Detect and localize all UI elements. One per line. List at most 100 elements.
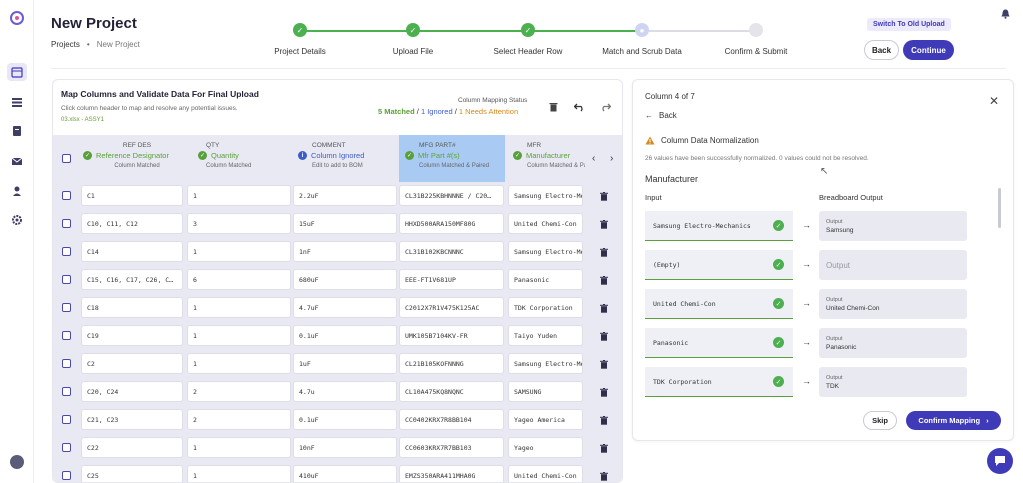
table-cell[interactable]: 10nF xyxy=(293,437,397,458)
table-cell[interactable]: 0.1uF xyxy=(293,409,397,430)
undo-icon[interactable] xyxy=(572,100,586,114)
table-cell[interactable]: 2.2uF xyxy=(293,185,397,206)
table-cell[interactable]: SAMSUNG xyxy=(508,381,583,402)
row-checkbox[interactable] xyxy=(62,247,71,256)
table-cell[interactable]: CL21B105KOFNNNG xyxy=(399,353,504,374)
output-field[interactable]: Output United Chemi-Con xyxy=(819,289,967,319)
row-checkbox[interactable] xyxy=(62,415,71,424)
nav-documents-icon[interactable] xyxy=(7,122,27,140)
delete-row-icon[interactable] xyxy=(586,381,622,403)
column-header-comment[interactable]: COMMENT i Column Ignored Edit to add to B… xyxy=(298,135,398,182)
table-cell[interactable]: United Chemi-Con xyxy=(508,213,583,234)
panel-scrollbar[interactable] xyxy=(998,188,1001,228)
table-cell[interactable]: C14 xyxy=(81,241,183,262)
table-cell[interactable]: Yageo America xyxy=(508,409,583,430)
row-checkbox[interactable] xyxy=(62,191,71,200)
column-header-mfg-part[interactable]: MFG PART# ✓ Mfr Part #(s) Column Matched … xyxy=(399,135,505,182)
table-cell[interactable]: 6 xyxy=(187,269,291,290)
output-field[interactable]: Output TDK xyxy=(819,367,967,397)
confirm-mapping-button[interactable]: Confirm Mapping › xyxy=(906,411,1001,430)
table-cell[interactable]: 0.1uF xyxy=(293,325,397,346)
nav-settings-icon[interactable] xyxy=(7,211,27,229)
nav-mail-icon[interactable] xyxy=(7,152,27,170)
breadcrumb-projects-link[interactable]: Projects xyxy=(51,40,80,49)
row-checkbox[interactable] xyxy=(62,275,71,284)
delete-row-icon[interactable] xyxy=(586,437,622,459)
table-cell[interactable]: 15uF xyxy=(293,213,397,234)
select-all-checkbox[interactable] xyxy=(62,154,71,163)
row-checkbox[interactable] xyxy=(62,443,71,452)
scroll-left-chevron-icon[interactable]: ‹ xyxy=(592,153,595,164)
row-checkbox[interactable] xyxy=(62,331,71,340)
table-cell[interactable]: Samsung Electro-Me xyxy=(508,353,583,374)
table-cell[interactable]: CL10A475KQ8NQNC xyxy=(399,381,504,402)
table-cell[interactable]: 410uF xyxy=(293,465,397,482)
table-cell[interactable]: 1 xyxy=(187,241,291,262)
table-cell[interactable]: C20, C24 xyxy=(81,381,183,402)
row-checkbox[interactable] xyxy=(62,471,71,480)
table-cell[interactable]: C19 xyxy=(81,325,183,346)
delete-row-icon[interactable] xyxy=(586,241,622,263)
delete-row-icon[interactable] xyxy=(586,465,622,482)
table-cell[interactable]: 1uF xyxy=(293,353,397,374)
switch-old-upload-button[interactable]: Switch To Old Upload xyxy=(867,18,951,31)
nav-projects-icon[interactable] xyxy=(7,63,27,81)
delete-row-icon[interactable] xyxy=(586,353,622,375)
table-cell[interactable]: United Chemi-Con xyxy=(508,465,583,482)
table-cell[interactable]: C1 xyxy=(81,185,183,206)
row-checkbox[interactable] xyxy=(62,359,71,368)
table-cell[interactable]: Taiyo Yuden xyxy=(508,325,583,346)
table-cell[interactable]: HHXD500ARA150MF80G xyxy=(399,213,504,234)
table-cell[interactable]: CC0402KRX7R8BB104 xyxy=(399,409,504,430)
delete-row-icon[interactable] xyxy=(586,297,622,319)
row-checkbox[interactable] xyxy=(62,387,71,396)
skip-button[interactable]: Skip xyxy=(863,411,897,430)
continue-button[interactable]: Continue xyxy=(903,40,954,60)
column-header-mfr[interactable]: MFR ✓ Manufacturer Column Matched & Paire… xyxy=(513,135,585,182)
table-cell[interactable]: Samsung Electro-Me xyxy=(508,241,583,262)
row-checkbox[interactable] xyxy=(62,219,71,228)
table-cell[interactable]: C15, C16, C17, C26, C… xyxy=(81,269,183,290)
table-cell[interactable]: UMK105B7104KV-FR xyxy=(399,325,504,346)
app-logo-icon[interactable] xyxy=(9,10,25,26)
table-cell[interactable]: C2012X7R1V475K125AC xyxy=(399,297,504,318)
delete-icon[interactable] xyxy=(546,100,560,114)
table-cell[interactable]: 680uF xyxy=(293,269,397,290)
table-cell[interactable]: 1 xyxy=(187,353,291,374)
output-field[interactable]: Output xyxy=(819,250,967,280)
table-cell[interactable]: Samsung Electro-Me xyxy=(508,185,583,206)
table-cell[interactable]: C25 xyxy=(81,465,183,482)
row-checkbox[interactable] xyxy=(62,303,71,312)
table-cell[interactable]: 4.7u xyxy=(293,381,397,402)
table-cell[interactable]: C18 xyxy=(81,297,183,318)
nav-user-icon[interactable] xyxy=(7,182,27,200)
scroll-right-chevron-icon[interactable]: › xyxy=(610,153,613,164)
table-cell[interactable]: 1 xyxy=(187,325,291,346)
notification-bell-icon[interactable] xyxy=(1001,9,1010,19)
column-header-qty[interactable]: QTY ✓ Quantity Column Matched xyxy=(198,135,298,182)
table-cell[interactable]: 1nF xyxy=(293,241,397,262)
back-button[interactable]: Back xyxy=(864,40,899,60)
delete-row-icon[interactable] xyxy=(586,409,622,431)
table-cell[interactable]: 1 xyxy=(187,465,291,482)
profile-avatar[interactable] xyxy=(10,455,24,469)
output-field[interactable]: Output Panasonic xyxy=(819,328,967,358)
table-cell[interactable]: 3 xyxy=(187,213,291,234)
table-cell[interactable]: C22 xyxy=(81,437,183,458)
table-cell[interactable]: EMZS350ARA411MHA0G xyxy=(399,465,504,482)
table-cell[interactable]: C10, C11, C12 xyxy=(81,213,183,234)
table-cell[interactable]: Panasonic xyxy=(508,269,583,290)
table-cell[interactable]: EEE-FT1V681UP xyxy=(399,269,504,290)
delete-row-icon[interactable] xyxy=(586,185,622,207)
redo-icon[interactable] xyxy=(598,100,612,114)
table-cell[interactable]: C2 xyxy=(81,353,183,374)
table-cell[interactable]: 2 xyxy=(187,409,291,430)
table-cell[interactable]: CC0603KRX7R7BB103 xyxy=(399,437,504,458)
delete-row-icon[interactable] xyxy=(586,213,622,235)
table-cell[interactable]: Yageo xyxy=(508,437,583,458)
close-icon[interactable]: ✕ xyxy=(989,94,999,108)
nav-list-icon[interactable] xyxy=(7,93,27,111)
table-cell[interactable]: 2 xyxy=(187,381,291,402)
table-cell[interactable]: CL31B225KBHNNNE / C20… xyxy=(399,185,504,206)
table-cell[interactable]: CL31B102KBCNNNC xyxy=(399,241,504,262)
